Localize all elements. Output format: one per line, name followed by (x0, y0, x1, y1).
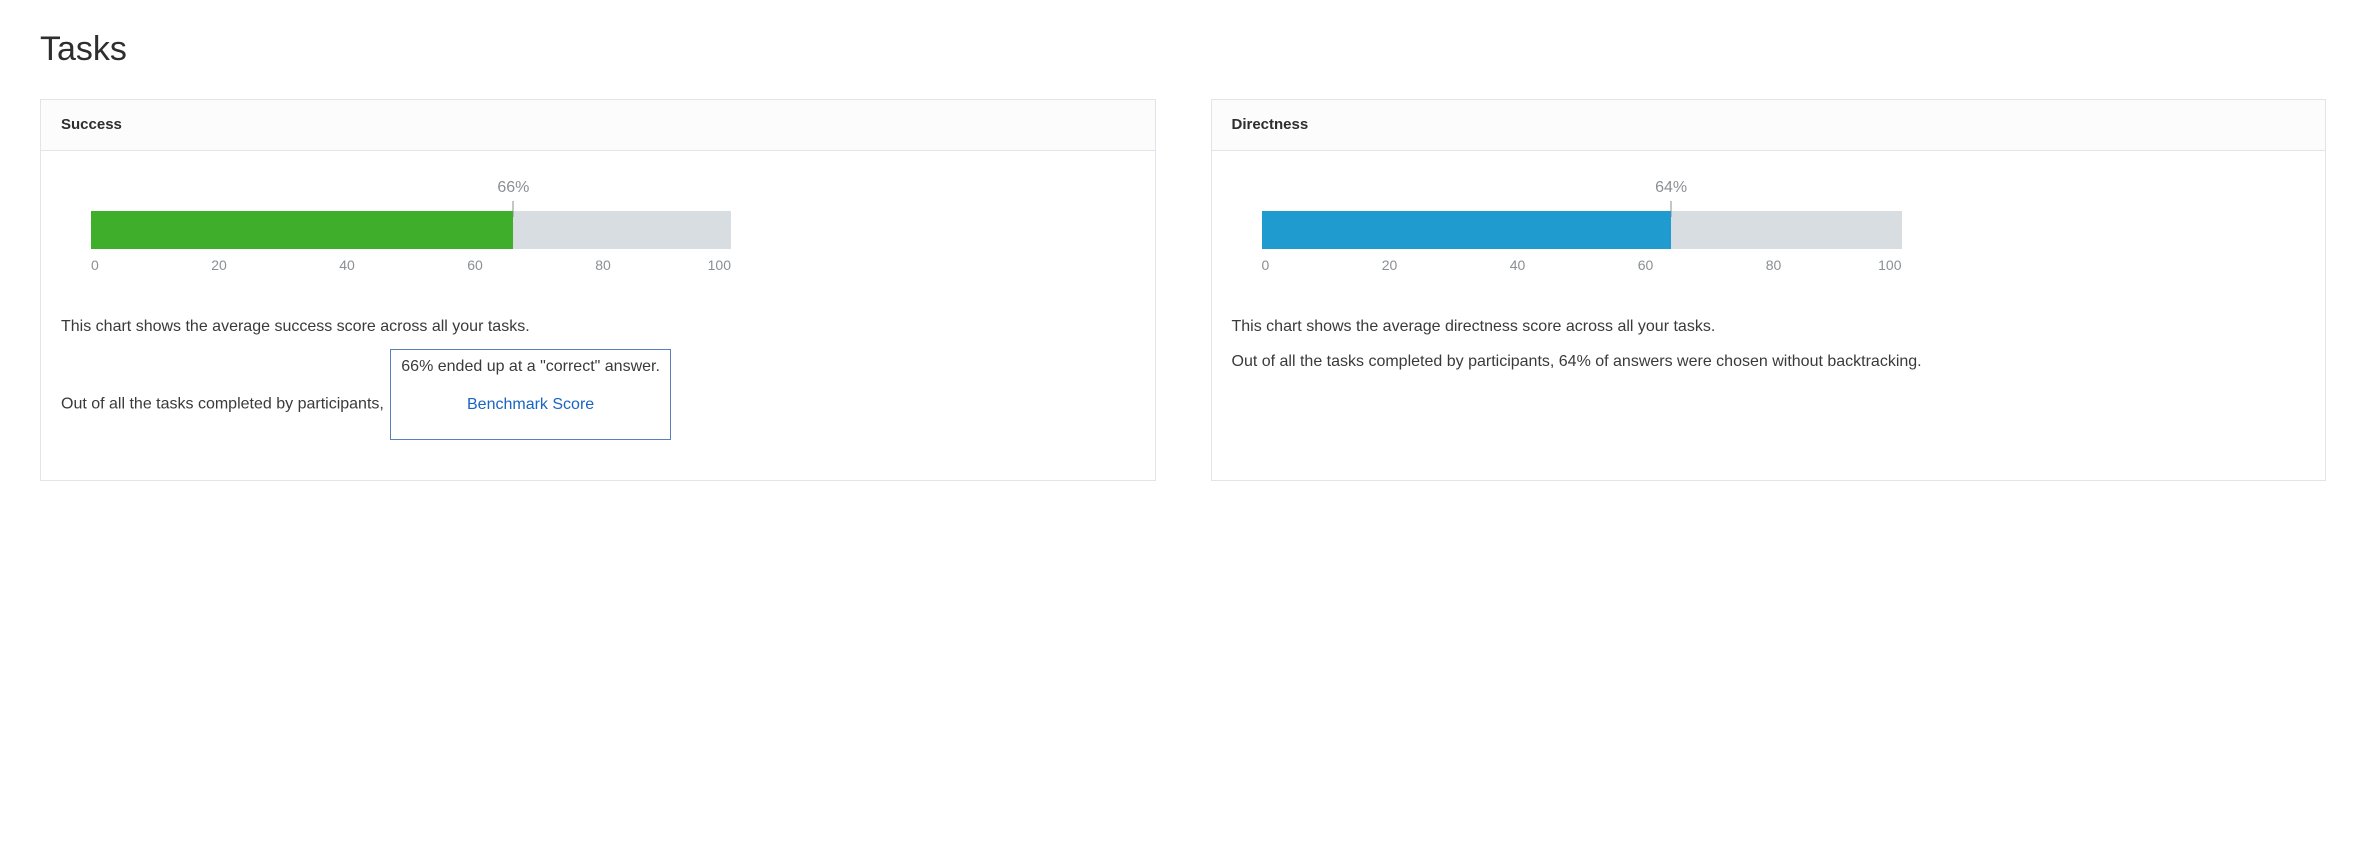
card-success-descr-1: This chart shows the average success sco… (61, 315, 1135, 339)
chart-xtick: 40 (339, 257, 355, 273)
chart-xtick: 80 (595, 257, 611, 273)
card-directness-descr-2: Out of all the tasks completed by partic… (1232, 349, 2306, 375)
chart-directness-track: 64% (1262, 211, 1902, 249)
chart-xtick: 0 (91, 257, 99, 273)
card-success-descr-2-pre: Out of all the tasks completed by partic… (61, 396, 384, 413)
card-success-header: Success (41, 100, 1155, 151)
chart-xtick: 20 (211, 257, 227, 273)
benchmark-box: 66% ended up at a "correct" answer. Benc… (390, 349, 671, 440)
chart-xtick: 100 (708, 257, 731, 273)
card-directness-header: Directness (1212, 100, 2326, 151)
chart-xtick: 80 (1766, 257, 1782, 273)
card-directness-title: Directness (1232, 116, 1309, 133)
chart-xtick: 100 (1878, 257, 1901, 273)
chart-directness-xaxis: 0 20 40 60 80 100 (1262, 257, 1902, 275)
card-success-descr-2-box: 66% ended up at a "correct" answer. (401, 358, 660, 375)
chart-xtick: 40 (1510, 257, 1526, 273)
card-directness-descr-1: This chart shows the average directness … (1232, 315, 2306, 339)
chart-xtick: 60 (467, 257, 483, 273)
card-success: Success 66% 0 20 40 60 80 100 This chart show… (40, 99, 1156, 481)
page-title: Tasks (40, 30, 2326, 69)
cards-row: Success 66% 0 20 40 60 80 100 This chart show… (40, 99, 2326, 481)
card-directness-body: 64% 0 20 40 60 80 100 This chart shows the av… (1212, 151, 2326, 415)
chart-directness-fill (1262, 211, 1672, 249)
card-success-body: 66% 0 20 40 60 80 100 This chart shows the av… (41, 151, 1155, 480)
chart-directness: 64% 0 20 40 60 80 100 (1262, 211, 2276, 275)
chart-success-xaxis: 0 20 40 60 80 100 (91, 257, 731, 275)
chart-xtick: 0 (1262, 257, 1270, 273)
chart-xtick: 20 (1382, 257, 1398, 273)
benchmark-score-link[interactable]: Benchmark Score (401, 392, 660, 418)
chart-success-value-label: 66% (497, 179, 529, 197)
card-success-title: Success (61, 116, 122, 133)
chart-success: 66% 0 20 40 60 80 100 (91, 211, 1105, 275)
chart-directness-value-label: 64% (1655, 179, 1687, 197)
card-directness: Directness 64% 0 20 40 60 80 100 This chart s… (1211, 99, 2327, 481)
chart-success-track: 66% (91, 211, 731, 249)
card-success-descr-2: Out of all the tasks completed by partic… (61, 349, 1135, 440)
chart-success-fill (91, 211, 513, 249)
chart-xtick: 60 (1638, 257, 1654, 273)
